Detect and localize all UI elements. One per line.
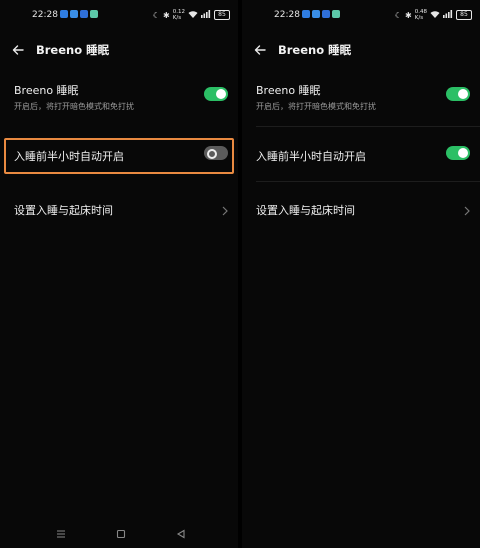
app-notification-icon xyxy=(70,10,78,18)
bluetooth-icon: ✱ xyxy=(163,10,170,20)
divider-line xyxy=(256,126,480,127)
notification-icons xyxy=(302,10,340,18)
square-icon[interactable] xyxy=(116,524,126,543)
app-notification-icon xyxy=(322,10,330,18)
breeno-sleep-row: Breeno 睡眠 开启后，将打开暗色模式和免打扰 xyxy=(256,82,470,112)
toggle-knob xyxy=(207,149,217,159)
page-header: Breeno 睡眠 xyxy=(12,40,109,60)
battery-icon: 85 xyxy=(214,10,230,20)
app-notification-icon xyxy=(80,10,88,18)
auto-on-label: 入睡前半小时自动开启 xyxy=(256,150,366,163)
app-notification-icon xyxy=(332,10,340,18)
arrow-left-icon[interactable] xyxy=(12,45,24,55)
signal-icon xyxy=(201,10,211,20)
signal-icon xyxy=(443,10,453,20)
app-notification-icon xyxy=(302,10,310,18)
status-right-icons: ☾ ✱ 0.12 K/s 85 xyxy=(153,9,230,21)
page-title: Breeno 睡眠 xyxy=(36,43,110,57)
app-notification-icon xyxy=(90,10,98,18)
schedule-row[interactable]: 设置入睡与起床时间 xyxy=(14,202,228,218)
status-right-icons: ☾ ✱ 0.48 K/s 85 xyxy=(395,9,472,21)
breeno-sleep-toggle[interactable] xyxy=(446,87,470,101)
battery-icon: 85 xyxy=(456,10,472,20)
auto-on-label: 入睡前半小时自动开启 xyxy=(14,150,124,163)
right-screen: 22:28 ☾ ✱ 0.48 K/s 85 Breeno 睡眠 Breeno 睡… xyxy=(242,0,480,548)
bluetooth-icon: ✱ xyxy=(405,10,412,20)
app-notification-icon xyxy=(60,10,68,18)
net-speed: 0.48 K/s xyxy=(414,9,427,21)
wifi-icon xyxy=(430,10,440,20)
auto-on-toggle[interactable] xyxy=(446,146,470,160)
schedule-row[interactable]: 设置入睡与起床时间 xyxy=(256,202,470,218)
toggle-knob xyxy=(458,148,468,158)
wifi-icon xyxy=(188,10,198,20)
net-speed: 0.12 K/s xyxy=(172,9,185,21)
moon-icon: ☾ xyxy=(152,10,161,20)
auto-on-row: 入睡前半小时自动开启 xyxy=(256,148,470,164)
breeno-sleep-label: Breeno 睡眠 xyxy=(256,84,321,97)
page-title: Breeno 睡眠 xyxy=(278,43,352,57)
triangle-back-icon[interactable] xyxy=(176,524,186,543)
breeno-sleep-description: 开启后，将打开暗色模式和免打扰 xyxy=(14,102,134,111)
breeno-sleep-description: 开启后，将打开暗色模式和免打扰 xyxy=(256,102,376,111)
menu-icon[interactable] xyxy=(56,524,66,543)
status-bar: 22:28 ☾ ✱ 0.12 K/s 85 xyxy=(0,8,238,24)
chevron-right-icon xyxy=(222,201,228,220)
chevron-right-icon xyxy=(464,201,470,220)
auto-on-row: 入睡前半小时自动开启 xyxy=(14,148,228,164)
toggle-knob xyxy=(216,89,226,99)
status-time: 22:28 xyxy=(32,10,58,20)
status-time: 22:28 xyxy=(274,10,300,20)
navigation-bar xyxy=(0,524,238,540)
schedule-label: 设置入睡与起床时间 xyxy=(14,204,113,217)
app-notification-icon xyxy=(312,10,320,18)
status-bar: 22:28 ☾ ✱ 0.48 K/s 85 xyxy=(242,8,480,24)
auto-on-toggle[interactable] xyxy=(204,146,228,160)
divider-line xyxy=(256,181,480,182)
notification-icons xyxy=(60,10,98,18)
toggle-knob xyxy=(458,89,468,99)
arrow-left-icon[interactable] xyxy=(254,45,266,55)
breeno-sleep-toggle[interactable] xyxy=(204,87,228,101)
schedule-label: 设置入睡与起床时间 xyxy=(256,204,355,217)
left-screen: 22:28 ☾ ✱ 0.12 K/s 85 Breeno 睡眠 Breeno 睡… xyxy=(0,0,238,548)
moon-icon: ☾ xyxy=(394,10,403,20)
breeno-sleep-row: Breeno 睡眠 开启后，将打开暗色模式和免打扰 xyxy=(14,82,228,112)
page-header: Breeno 睡眠 xyxy=(254,40,351,60)
breeno-sleep-label: Breeno 睡眠 xyxy=(14,84,79,97)
